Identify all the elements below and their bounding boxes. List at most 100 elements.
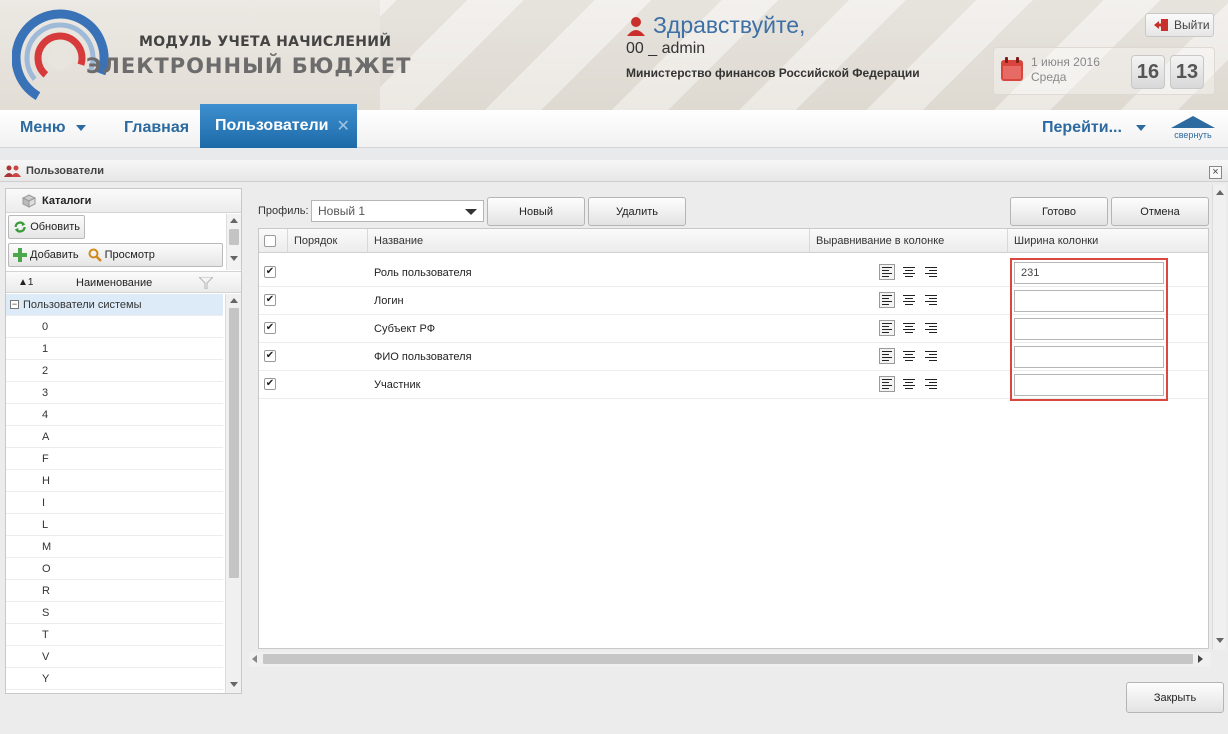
close-button[interactable]: Закрыть <box>1126 682 1224 713</box>
list-item[interactable]: A <box>6 426 223 448</box>
alignment-buttons <box>879 348 939 364</box>
scroll-up-icon[interactable] <box>1216 190 1224 195</box>
align-center-icon[interactable] <box>901 264 917 280</box>
align-center-icon[interactable] <box>901 292 917 308</box>
align-left-icon[interactable] <box>879 348 895 364</box>
close-tab-icon[interactable]: ✕ <box>336 116 349 136</box>
row-checkbox[interactable]: ✔ <box>264 350 276 362</box>
refresh-button[interactable]: Обновить <box>8 215 85 239</box>
scroll-left-icon[interactable] <box>252 655 257 663</box>
column-header-width[interactable]: Ширина колонки <box>1007 229 1208 253</box>
logout-button[interactable]: Выйти <box>1145 13 1214 37</box>
filter-icon[interactable] <box>199 277 213 289</box>
list-item[interactable]: H <box>6 470 223 492</box>
add-label: Добавить <box>30 249 79 261</box>
column-header-name[interactable]: Название <box>367 229 809 253</box>
collapse-header-button[interactable]: свернуть <box>1170 116 1216 144</box>
list-item[interactable]: 3 <box>6 382 223 404</box>
tab-users[interactable]: Пользователи ✕ <box>200 104 357 148</box>
current-date: 1 июня 2016 Среда <box>1031 55 1100 85</box>
row-checkbox[interactable]: ✔ <box>264 322 276 334</box>
new-profile-button[interactable]: Новый <box>487 197 585 226</box>
catalog-icon <box>22 193 36 208</box>
align-right-icon[interactable] <box>923 320 939 336</box>
row-checkbox[interactable]: ✔ <box>264 294 276 306</box>
chevron-down-icon <box>75 125 86 131</box>
clock-hours: 16 <box>1131 55 1165 89</box>
align-center-icon[interactable] <box>901 348 917 364</box>
done-button[interactable]: Готово <box>1010 197 1108 226</box>
logout-label: Выйти <box>1174 18 1210 32</box>
scroll-down-icon[interactable] <box>230 682 238 687</box>
window-close-button[interactable]: × <box>1209 166 1222 179</box>
align-center-icon[interactable] <box>901 376 917 392</box>
delete-profile-button[interactable]: Удалить <box>588 197 686 226</box>
nav-home[interactable]: Главная <box>124 110 189 146</box>
catalog-scroll-thumb[interactable] <box>229 308 239 578</box>
tab-users-label: Пользователи <box>215 117 329 134</box>
main-navigation: Меню Главная Пользователи ✕ Перейти... <box>0 104 1228 148</box>
row-name: ФИО пользователя <box>374 351 472 363</box>
list-item[interactable]: 4 <box>6 404 223 426</box>
align-right-icon[interactable] <box>923 376 939 392</box>
toolbar-scrollbar[interactable] <box>226 214 241 270</box>
list-item[interactable]: 0 <box>6 316 223 338</box>
align-right-icon[interactable] <box>923 264 939 280</box>
column-header-order[interactable]: Порядок <box>287 229 367 253</box>
refresh-label: Обновить <box>30 221 80 233</box>
list-item[interactable]: L <box>6 514 223 536</box>
goto-dropdown[interactable]: Перейти... <box>1042 110 1146 146</box>
tree-group-row[interactable]: − Пользователи системы <box>6 294 223 316</box>
row-name: Участник <box>374 379 421 391</box>
select-all-checkbox[interactable] <box>264 235 276 247</box>
alignment-buttons <box>879 320 939 336</box>
profile-select[interactable]: Новый 1 <box>311 200 484 222</box>
list-item[interactable]: 1 <box>6 338 223 360</box>
list-item[interactable]: F <box>6 448 223 470</box>
cancel-button[interactable]: Отмена <box>1111 197 1209 226</box>
list-item[interactable]: S <box>6 602 223 624</box>
list-item[interactable]: R <box>6 580 223 602</box>
row-checkbox[interactable]: ✔ <box>264 266 276 278</box>
scroll-down-icon[interactable] <box>230 256 238 261</box>
list-column-header[interactable]: ▲1 Наименование <box>6 271 241 293</box>
view-button[interactable]: Просмотр <box>88 248 155 262</box>
list-item[interactable]: O <box>6 558 223 580</box>
scroll-up-icon[interactable] <box>230 218 238 223</box>
align-right-icon[interactable] <box>923 348 939 364</box>
scroll-up-icon[interactable] <box>230 298 238 303</box>
align-left-icon[interactable] <box>879 320 895 336</box>
menu-dropdown[interactable]: Меню <box>20 110 86 146</box>
align-center-icon[interactable] <box>901 320 917 336</box>
list-item[interactable]: V <box>6 646 223 668</box>
align-left-icon[interactable] <box>879 292 895 308</box>
align-left-icon[interactable] <box>879 264 895 280</box>
group-label: Пользователи системы <box>23 298 142 311</box>
alignment-buttons <box>879 264 939 280</box>
calendar-icon <box>1001 57 1023 81</box>
list-item[interactable]: 2 <box>6 360 223 382</box>
logo-title-line1: МОДУЛЬ УЧЕТА НАЧИСЛЕНИЙ <box>139 34 392 50</box>
chevron-down-icon <box>1135 125 1146 131</box>
sort-indicator: ▲1 <box>18 277 34 288</box>
list-item[interactable]: I <box>6 492 223 514</box>
add-button[interactable]: Добавить <box>13 248 79 262</box>
collapse-toggle-icon[interactable]: − <box>10 300 19 309</box>
list-item[interactable]: T <box>6 624 223 646</box>
list-item[interactable]: Y <box>6 668 223 690</box>
list-item[interactable]: M <box>6 536 223 558</box>
grid-horizontal-scroll-thumb[interactable] <box>263 654 1193 664</box>
catalog-list-scrollbar[interactable] <box>225 294 241 693</box>
row-checkbox[interactable]: ✔ <box>264 378 276 390</box>
catalog-header: Каталоги <box>6 189 241 213</box>
scroll-right-icon[interactable] <box>1198 655 1203 663</box>
align-right-icon[interactable] <box>923 292 939 308</box>
toolbar-scroll-thumb[interactable] <box>229 229 239 245</box>
alignment-buttons <box>879 292 939 308</box>
align-left-icon[interactable] <box>879 376 895 392</box>
column-header-alignment[interactable]: Выравнивание в колонке <box>809 229 1007 253</box>
main-vertical-scrollbar[interactable] <box>1212 185 1226 650</box>
scroll-down-icon[interactable] <box>1216 638 1224 643</box>
catalog-title: Каталоги <box>42 194 92 207</box>
grid-horizontal-scrollbar[interactable] <box>249 652 1211 667</box>
